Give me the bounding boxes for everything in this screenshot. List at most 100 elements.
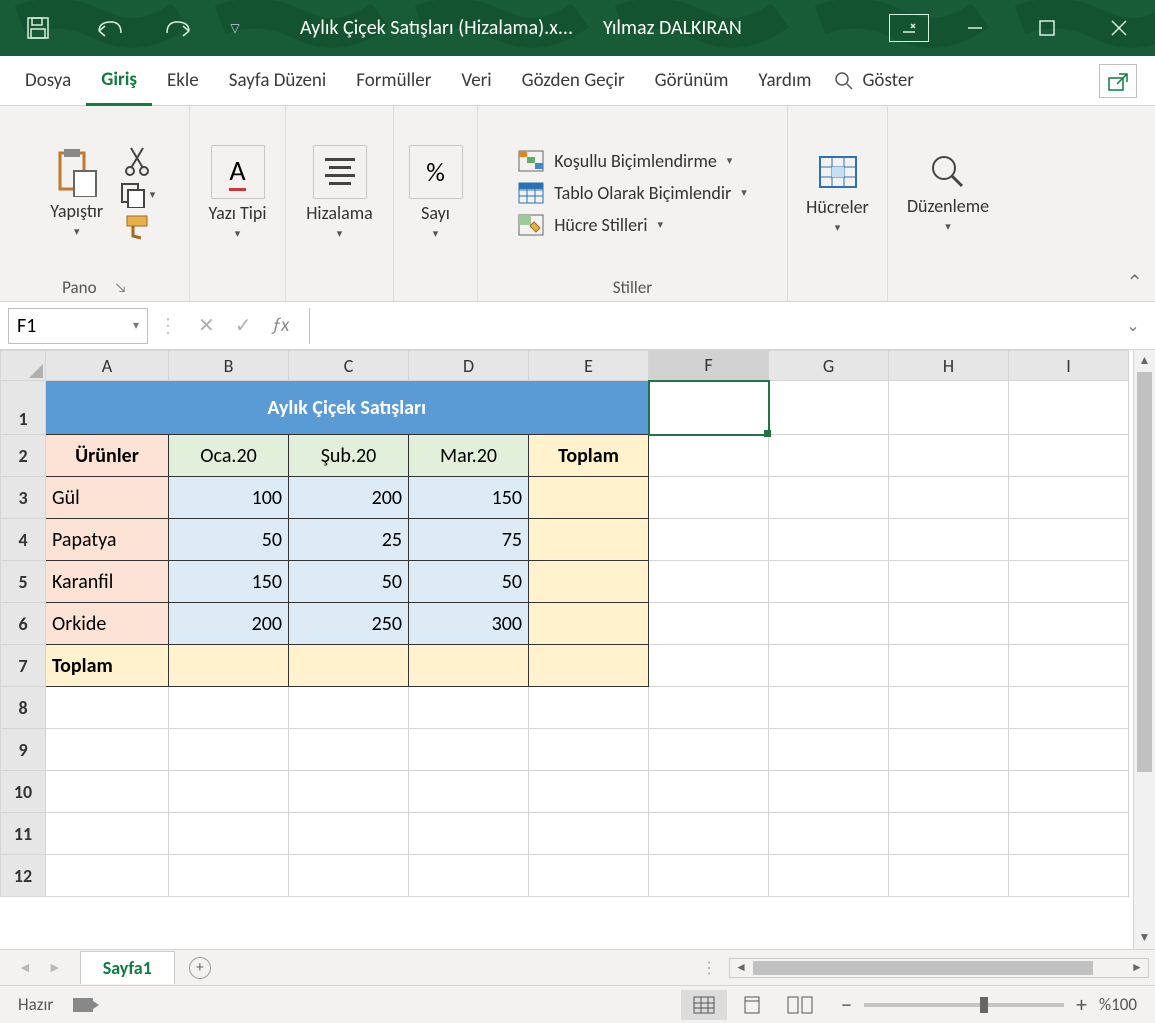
formula-input[interactable] [309,308,1109,344]
scrollbar-thumb[interactable] [1137,372,1152,772]
cell[interactable]: 150 [409,477,529,519]
cell[interactable]: 300 [409,603,529,645]
row-header[interactable]: 11 [1,813,46,855]
tab-home[interactable]: Giriş [86,56,152,106]
cell[interactable]: Papatya [46,519,169,561]
enter-formula-icon[interactable]: ✓ [235,313,252,338]
cell[interactable]: 250 [289,603,409,645]
select-all-corner[interactable] [1,351,46,381]
cell[interactable] [529,603,649,645]
cell[interactable]: 50 [409,561,529,603]
tab-split-handle[interactable]: ⋮ [701,958,719,978]
cell[interactable]: Oca.20 [169,435,289,477]
cell[interactable]: 200 [169,603,289,645]
view-normal-icon[interactable] [681,990,727,1020]
col-header[interactable]: A [46,351,169,381]
tab-layout[interactable]: Sayfa Düzeni [214,56,342,106]
row-header[interactable]: 10 [1,771,46,813]
scrollbar-thumb[interactable] [753,961,1093,975]
format-painter-icon[interactable] [123,214,153,240]
cell[interactable]: 50 [289,561,409,603]
paste-button[interactable]: Yapıştır ▾ [34,147,120,239]
col-header[interactable]: G [769,351,889,381]
cell[interactable] [409,645,529,687]
cell-styles-button[interactable]: Hücre Stilleri▾ [518,214,747,236]
tab-help[interactable]: Yardım [743,56,826,106]
minimize-button[interactable] [939,0,1011,56]
insert-function-icon[interactable]: ƒx [272,314,290,337]
copy-button[interactable]: ▾ [120,182,156,208]
row-header[interactable]: 4 [1,519,46,561]
sheet-tab-active[interactable]: Sayfa1 [80,951,175,984]
cells-group-button[interactable]: Hücreler▾ [795,151,881,235]
row-header[interactable]: 3 [1,477,46,519]
editing-group-button[interactable]: Düzenleme▾ [905,152,991,234]
row-header[interactable]: 6 [1,603,46,645]
cell[interactable]: 25 [289,519,409,561]
row-header[interactable]: 7 [1,645,46,687]
zoom-slider[interactable] [864,1003,1064,1007]
format-as-table-button[interactable]: Tablo Olarak Biçimlendir▾ [518,182,747,204]
cell[interactable]: Karanfil [46,561,169,603]
cell[interactable] [529,477,649,519]
tab-file[interactable]: Dosya [10,56,86,106]
row-header[interactable]: 9 [1,729,46,771]
cell[interactable]: Aylık Çiçek Satışları [46,381,649,435]
cell[interactable]: 50 [169,519,289,561]
row-header[interactable]: 1 [1,381,46,435]
undo-icon[interactable] [88,8,128,48]
cell[interactable] [169,645,289,687]
name-box[interactable]: F1▾ [8,308,148,344]
tab-data[interactable]: Veri [446,56,506,106]
cell[interactable]: Mar.20 [409,435,529,477]
number-group-button[interactable]: % Sayı▾ [393,145,479,241]
qat-customize-icon[interactable]: ▽ [228,8,242,48]
cell[interactable]: 100 [169,477,289,519]
cell[interactable]: 75 [409,519,529,561]
save-icon[interactable] [18,8,58,48]
col-header[interactable]: E [529,351,649,381]
tab-formulas[interactable]: Formüller [341,56,446,106]
scroll-right-icon[interactable]: ► [1126,960,1148,975]
zoom-in-button[interactable]: + [1076,991,1087,1018]
ribbon-display-options-icon[interactable] [889,14,929,42]
cell[interactable]: 200 [289,477,409,519]
cell[interactable]: Şub.20 [289,435,409,477]
row-header[interactable]: 8 [1,687,46,729]
new-sheet-button[interactable]: + [189,957,211,979]
cell[interactable]: Ürünler [46,435,169,477]
col-header[interactable]: D [409,351,529,381]
view-page-layout-icon[interactable] [729,990,775,1020]
col-header[interactable]: I [1009,351,1129,381]
expand-formula-bar-icon[interactable]: ⌄ [1119,316,1147,336]
col-header[interactable]: H [889,351,1009,381]
cell[interactable]: Gül [46,477,169,519]
cell[interactable] [529,561,649,603]
col-header[interactable]: C [289,351,409,381]
scroll-left-icon[interactable]: ◄ [730,960,752,975]
cell[interactable] [529,519,649,561]
worksheet-grid[interactable]: A B C D E F G H I 1 Aylık Çiçek Satışlar… [0,350,1133,949]
tab-insert[interactable]: Ekle [152,56,214,106]
cut-icon[interactable] [125,146,151,176]
alignment-group-button[interactable]: Hizalama▾ [297,145,383,241]
close-button[interactable] [1083,0,1155,56]
cell[interactable]: Toplam [46,645,169,687]
tab-scroll-left-icon[interactable]: ◄ [18,959,32,976]
clipboard-dialog-launcher-icon[interactable]: ↘ [115,279,127,296]
scroll-up-icon[interactable]: ▲ [1134,350,1155,372]
tab-view[interactable]: Görünüm [640,56,744,106]
row-header[interactable]: 5 [1,561,46,603]
redo-icon[interactable] [158,8,198,48]
macro-record-icon[interactable] [73,998,93,1012]
share-button[interactable] [1099,64,1137,98]
cell[interactable]: 150 [169,561,289,603]
font-group-button[interactable]: A Yazı Tipi▾ [195,145,281,241]
collapse-ribbon-icon[interactable]: ⌃ [1126,270,1143,295]
row-header[interactable]: 2 [1,435,46,477]
maximize-button[interactable] [1011,0,1083,56]
cell[interactable]: Toplam [529,435,649,477]
horizontal-scrollbar[interactable]: ◄ ► [729,958,1149,978]
tell-me-search[interactable]: Göster [834,69,913,92]
scroll-down-icon[interactable]: ▼ [1134,927,1155,949]
